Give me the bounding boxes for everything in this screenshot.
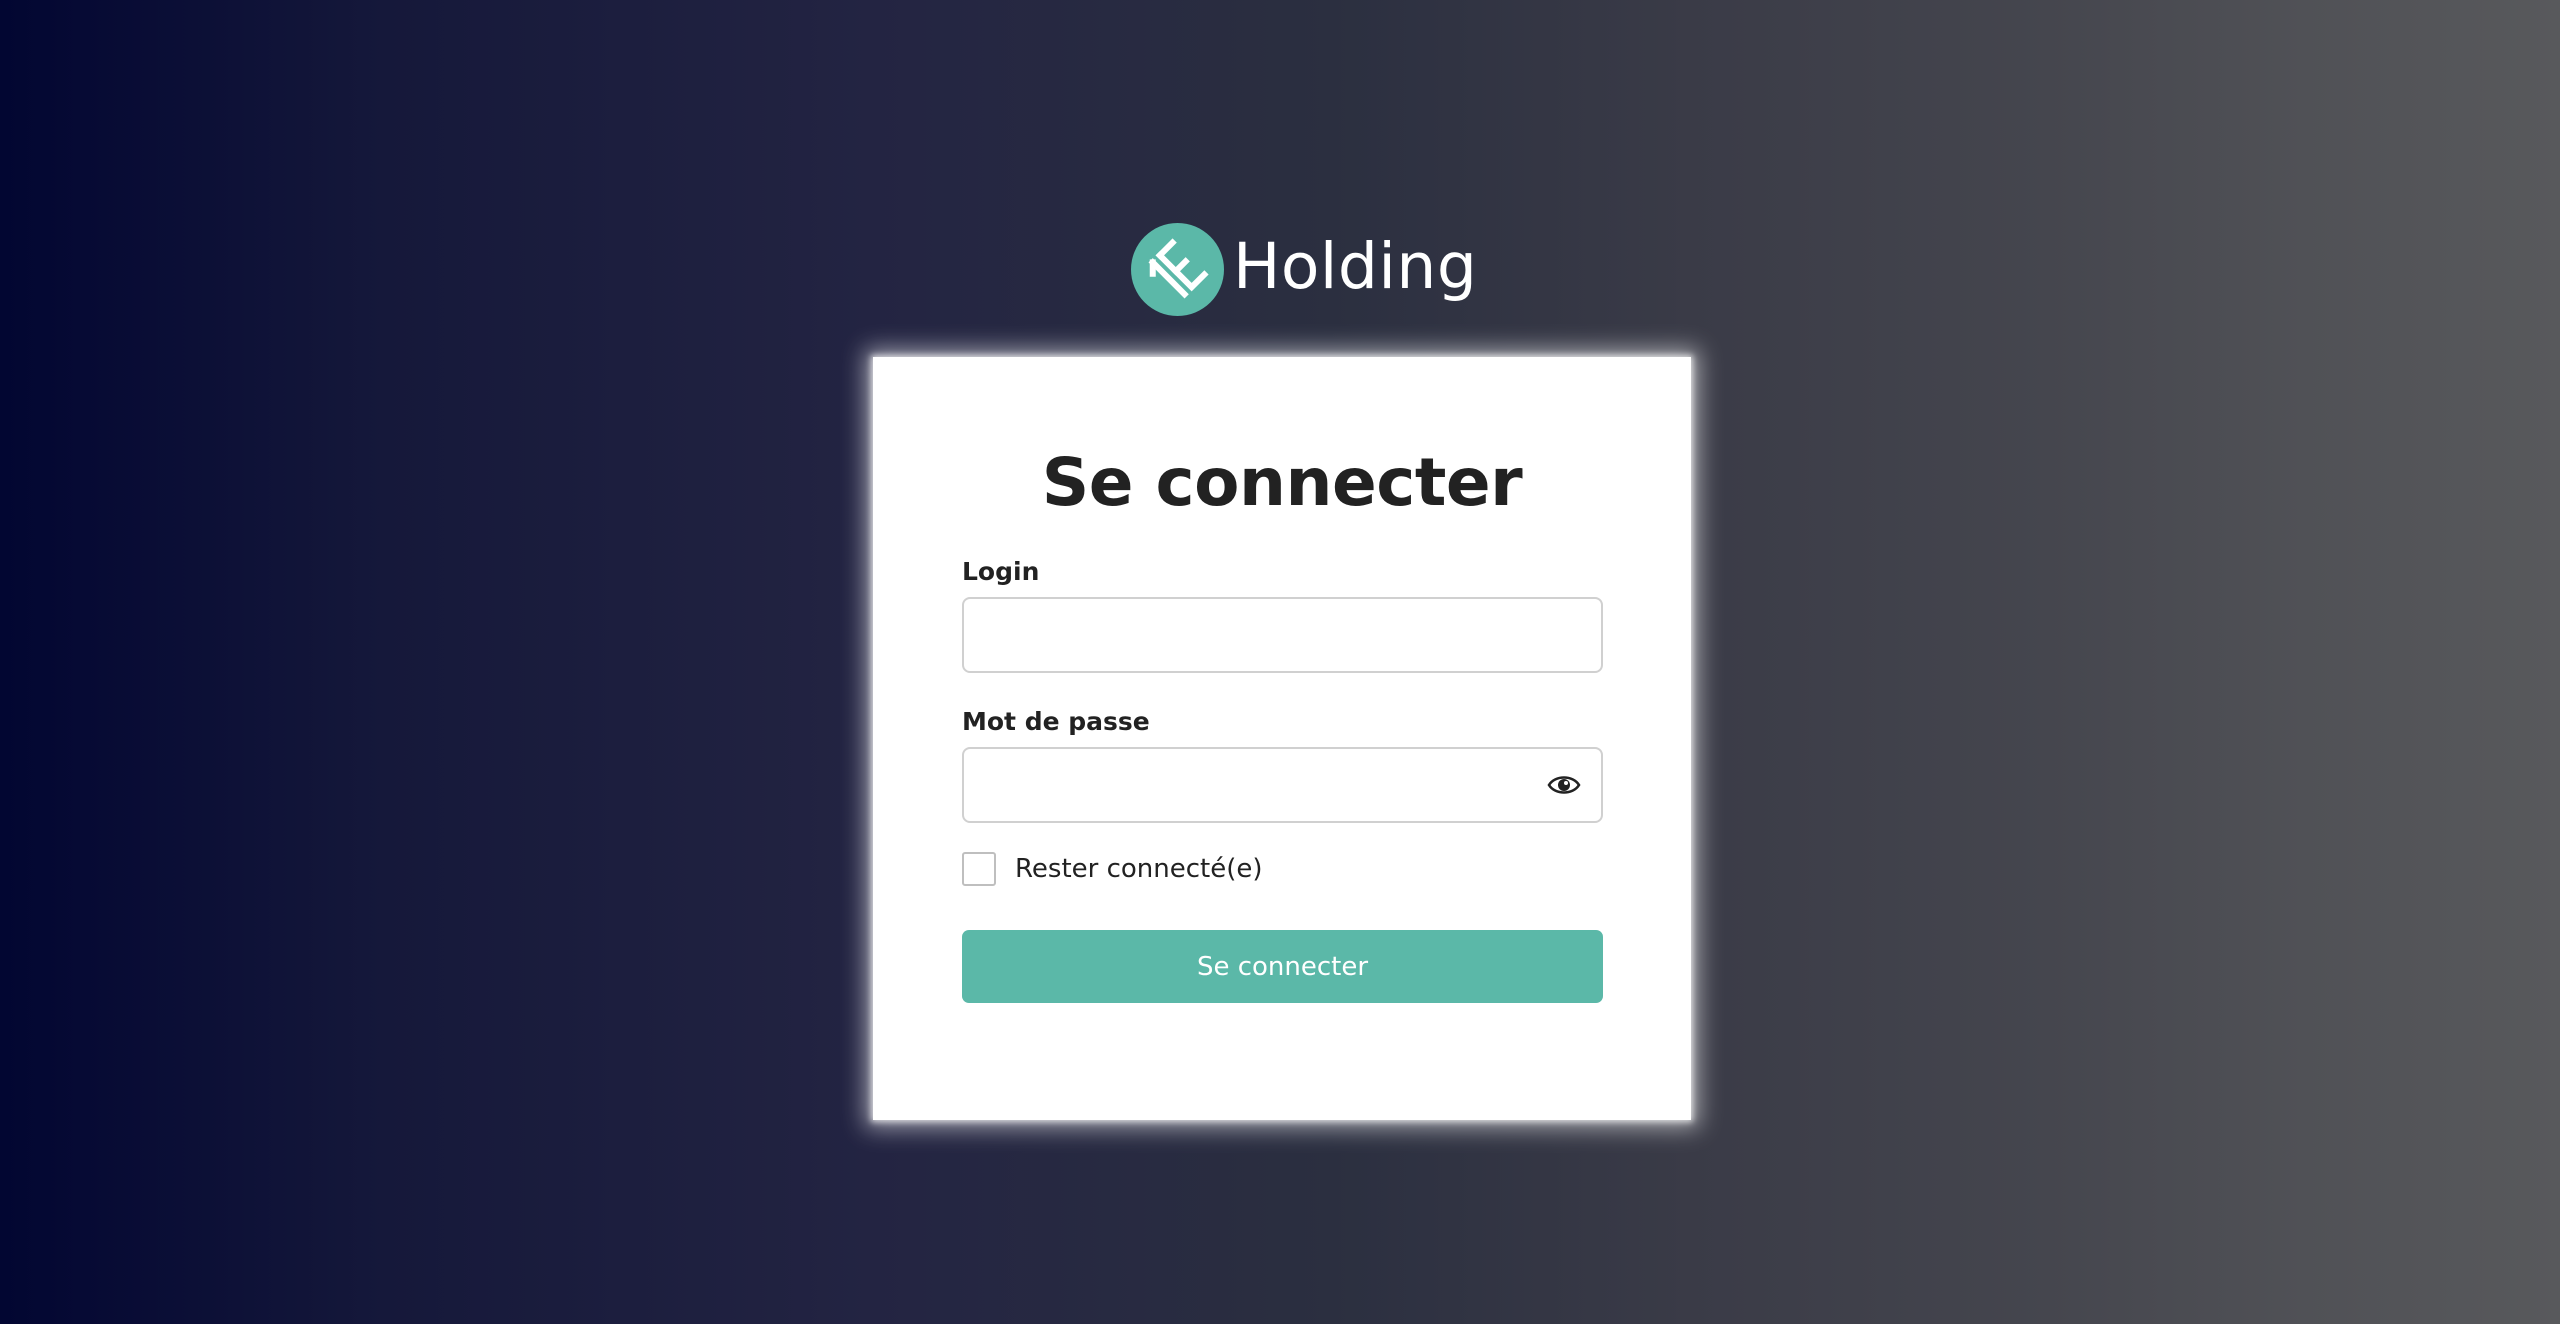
remember-me-label: Rester connecté(e) <box>1015 854 1263 884</box>
login-input[interactable] <box>964 599 1601 671</box>
password-label: Mot de passe <box>962 707 1150 736</box>
login-field[interactable] <box>962 597 1603 673</box>
password-input[interactable] <box>964 749 1601 821</box>
login-label: Login <box>962 557 1040 586</box>
password-field[interactable] <box>962 747 1603 823</box>
remember-me-checkbox[interactable] <box>962 852 996 886</box>
brand-header: Holding <box>1131 222 1477 316</box>
login-card: Se connecter Login Mot de passe Rester c… <box>873 357 1691 1120</box>
holding-logo-icon <box>1131 222 1224 316</box>
page-title: Se connecter <box>1041 444 1523 521</box>
eye-icon[interactable] <box>1547 773 1581 797</box>
login-submit-button[interactable]: Se connecter <box>962 930 1603 1003</box>
remember-me-checkbox-row[interactable]: Rester connecté(e) <box>962 852 1263 886</box>
brand-name: Holding <box>1233 229 1478 303</box>
